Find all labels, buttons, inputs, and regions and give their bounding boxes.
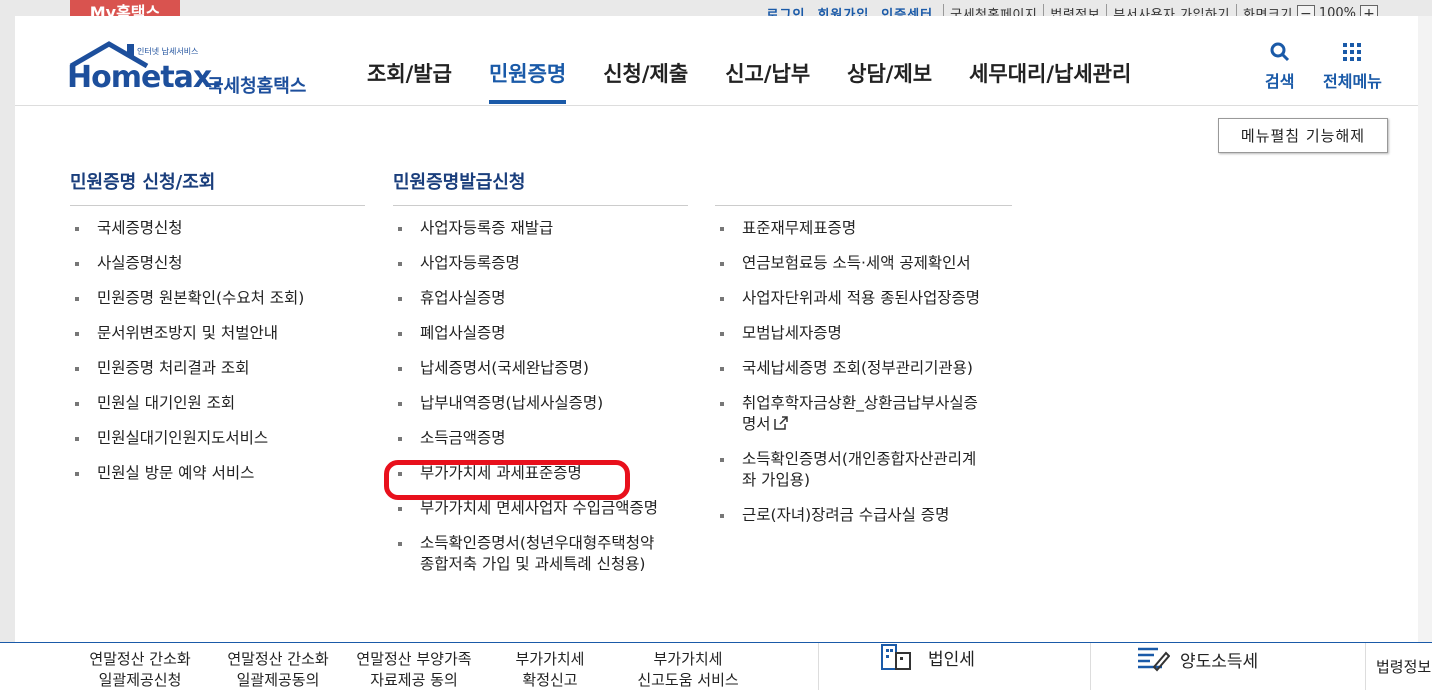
corp-tax-link[interactable]: 법인세 bbox=[880, 643, 975, 671]
menu-item[interactable]: 사업자단위과세 적용 종된사업장증명 bbox=[715, 288, 1012, 309]
menu-item[interactable]: 모범납세자증명 bbox=[715, 323, 1012, 344]
grid-menu-icon bbox=[1323, 42, 1382, 68]
quick-item-line: 연말정산 간소화 bbox=[227, 650, 329, 668]
building-icon bbox=[881, 644, 911, 670]
menu-item[interactable]: 연금보험료등 소득·세액 공제확인서 bbox=[715, 253, 1012, 274]
global-nav: 조회/발급 민원증명 신청/제출 신고/납부 상담/제보 세무대리/납세관리 bbox=[367, 44, 1168, 104]
menu-item[interactable]: 표준재무제표증명 bbox=[715, 218, 1012, 239]
quick-item-vat-final[interactable]: 부가가치세 확정신고 bbox=[482, 649, 618, 690]
menu-item[interactable]: 소득확인증명서(청년우대형주택청약 종합저축 가입 및 과세특례 신청용) bbox=[393, 533, 688, 575]
quick-item-line: 연말정산 간소화 bbox=[89, 650, 191, 668]
menu-item-line: 좌 가입용) bbox=[742, 471, 811, 489]
menu-item-line: 취업후학자금상환_상환금납부사실증 bbox=[742, 394, 978, 412]
quick-item-line: 부가가치세 bbox=[515, 650, 585, 668]
search-label: 검색 bbox=[1265, 72, 1295, 91]
menu-fold-toggle-button[interactable]: 메뉴펼침 기능해제 bbox=[1218, 118, 1388, 153]
quick-item-line: 부가가치세 bbox=[653, 650, 723, 668]
nav-civil-certificate[interactable]: 민원증명 bbox=[488, 44, 567, 104]
menu-item-line: 소득확인증명서(청년우대형주택청약 bbox=[420, 534, 655, 552]
menu-item[interactable]: 민원증명 원본확인(수요처 조회) bbox=[70, 288, 365, 309]
menu-item[interactable]: 취업후학자금상환_상환금납부사실증 명서 bbox=[715, 393, 1012, 435]
nav-apply-submit[interactable]: 신청/제출 bbox=[603, 44, 688, 104]
menu-item[interactable]: 민원실대기인원지도서비스 bbox=[70, 428, 365, 449]
divider bbox=[818, 643, 819, 690]
quick-item-line: 일괄제공신청 bbox=[98, 671, 182, 689]
document-pen-icon bbox=[1138, 647, 1170, 672]
search-icon bbox=[1265, 42, 1294, 68]
law-info-quick-link[interactable]: 법령정보 bbox=[1376, 657, 1431, 678]
scroll-gutter bbox=[1418, 16, 1432, 642]
menu-item[interactable]: 국세증명신청 bbox=[70, 218, 365, 239]
red-highlight-annotation bbox=[384, 460, 630, 500]
mega-menu-panel: 인터넷 납세서비스 Hometax. 국세청홈택스 조회/발급 민원증명 신청/… bbox=[15, 16, 1418, 642]
menu-item[interactable]: 납세증명서(국세완납증명) bbox=[393, 358, 688, 379]
menu-column-issue-request-2: 표준재무제표증명 연금보험료등 소득·세액 공제확인서 사업자단위과세 적용 종… bbox=[715, 166, 1012, 540]
quick-item-line: 확정신고 bbox=[522, 671, 578, 689]
menu-item[interactable]: 부가가치세 면세사업자 수입금액증명 bbox=[393, 498, 688, 519]
hometax-logo[interactable]: 인터넷 납세서비스 Hometax. 국세청홈택스 bbox=[67, 40, 327, 100]
menu-item[interactable]: 소득금액증명 bbox=[393, 428, 688, 449]
menu-item[interactable]: 사업자등록증 재발급 bbox=[393, 218, 688, 239]
quick-item-line: 연말정산 부양가족 bbox=[356, 650, 472, 668]
quick-item-yearend-simple-consent[interactable]: 연말정산 간소화 일괄제공동의 bbox=[210, 649, 346, 690]
divider bbox=[1090, 643, 1091, 690]
quick-item-dependent-consent[interactable]: 연말정산 부양가족 자료제공 동의 bbox=[346, 649, 482, 690]
menu-item-line: 명서 bbox=[742, 415, 771, 433]
nav-tax-agent[interactable]: 세무대리/납세관리 bbox=[969, 44, 1131, 104]
column-title: 민원증명발급신청 bbox=[393, 166, 688, 206]
menu-item-line: 종합저축 가입 및 과세특례 신청용) bbox=[420, 555, 646, 573]
quick-item-line: 일괄제공동의 bbox=[236, 671, 320, 689]
site-header: 인터넷 납세서비스 Hometax. 국세청홈택스 조회/발급 민원증명 신청/… bbox=[15, 30, 1418, 106]
menu-item[interactable]: 사업자등록증명 bbox=[393, 253, 688, 274]
menu-item[interactable]: 폐업사실증명 bbox=[393, 323, 688, 344]
menu-item[interactable]: 근로(자녀)장려금 수급사실 증명 bbox=[715, 505, 1012, 526]
column-title bbox=[715, 166, 1012, 206]
column-title: 민원증명 신청/조회 bbox=[70, 166, 365, 206]
menu-item[interactable]: 국세납세증명 조회(정부관리기관용) bbox=[715, 358, 1012, 379]
menu-item[interactable]: 민원실 대기인원 조회 bbox=[70, 393, 365, 414]
transfer-tax-link[interactable]: 양도소득세 bbox=[1136, 645, 1258, 673]
menu-item[interactable]: 사실증명신청 bbox=[70, 253, 365, 274]
quick-item-line: 신고도움 서비스 bbox=[637, 671, 739, 689]
menu-item[interactable]: 민원증명 처리결과 조회 bbox=[70, 358, 365, 379]
transfer-tax-label: 양도소득세 bbox=[1180, 651, 1259, 672]
search-button[interactable]: 검색 bbox=[1265, 42, 1294, 92]
nav-consult-report[interactable]: 상담/제보 bbox=[847, 44, 932, 104]
menu-item[interactable]: 소득확인증명서(개인종합자산관리계 좌 가입용) bbox=[715, 449, 1012, 491]
menu-item[interactable]: 휴업사실증명 bbox=[393, 288, 688, 309]
menu-item[interactable]: 문서위변조방지 및 처벌안내 bbox=[70, 323, 365, 344]
quick-service-strip: 연말정산 간소화 일괄제공신청 연말정산 간소화 일괄제공동의 연말정산 부양가… bbox=[0, 642, 1432, 690]
nav-inquiry-issue[interactable]: 조회/발급 bbox=[367, 44, 452, 104]
logo-korean-text: 국세청홈택스 bbox=[207, 76, 307, 97]
external-link-icon bbox=[773, 416, 788, 430]
quick-item-vat-help[interactable]: 부가가치세 신고도움 서비스 bbox=[618, 649, 758, 690]
menu-item[interactable]: 납부내역증명(납세사실증명) bbox=[393, 393, 688, 414]
menu-item[interactable]: 민원실 방문 예약 서비스 bbox=[70, 463, 365, 484]
logo-tagline: 인터넷 납세서비스 bbox=[137, 47, 199, 56]
corp-tax-label: 법인세 bbox=[928, 649, 975, 670]
quick-item-line: 자료제공 동의 bbox=[370, 671, 458, 689]
menu-column-issue-request: 민원증명발급신청 사업자등록증 재발급 사업자등록증명 휴업사실증명 폐업사실증… bbox=[393, 166, 688, 589]
logo-text: Hometax. bbox=[67, 60, 223, 95]
nav-report-pay[interactable]: 신고/납부 bbox=[725, 44, 810, 104]
menu-column-apply-inquiry: 민원증명 신청/조회 국세증명신청 사실증명신청 민원증명 원본확인(수요처 조… bbox=[70, 166, 365, 498]
menu-item-line: 소득확인증명서(개인종합자산관리계 bbox=[742, 450, 977, 468]
quick-item-yearend-simple-apply[interactable]: 연말정산 간소화 일괄제공신청 bbox=[72, 649, 208, 690]
divider bbox=[1365, 643, 1366, 690]
all-menu-label: 전체메뉴 bbox=[1323, 72, 1382, 91]
all-menu-button[interactable]: 전체메뉴 bbox=[1323, 42, 1382, 92]
